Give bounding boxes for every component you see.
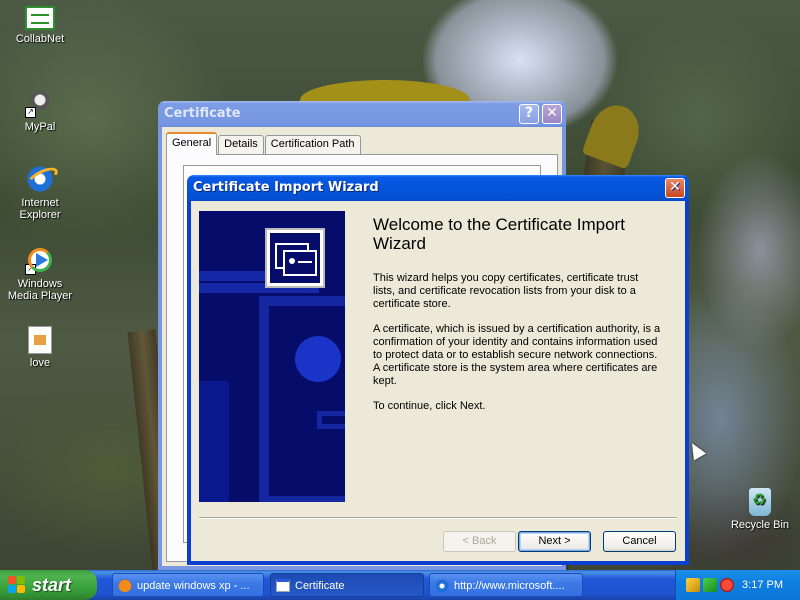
desktop-icon-label: Recycle Bin <box>730 519 790 531</box>
certificate-icon <box>265 228 325 288</box>
windows-media-player-icon: ↗ <box>25 245 55 275</box>
wizard-body: Welcome to the Certificate Import Wizard… <box>191 201 685 561</box>
wizard-heading: Welcome to the Certificate Import Wizard <box>373 215 625 253</box>
desktop-icon-mypal[interactable]: ↗ MyPal <box>2 88 78 133</box>
close-button[interactable]: ✕ <box>542 104 562 124</box>
security-icon[interactable] <box>703 578 717 592</box>
desktop-icon-label: MyPal <box>24 121 56 133</box>
system-tray: 3:17 PM <box>675 570 800 600</box>
window-title: Certificate <box>164 106 241 121</box>
desktop-icon-collabnet[interactable]: CollabNet <box>2 6 78 45</box>
image-file-icon <box>28 326 52 354</box>
start-label: start <box>32 575 72 595</box>
taskbar-button-label: Certificate <box>295 580 345 592</box>
taskbar-button-internet-explorer[interactable]: http://www.microsoft.... <box>429 573 583 597</box>
desktop-icon-label: love <box>29 357 51 369</box>
clock[interactable]: 3:17 PM <box>742 570 783 600</box>
wizard-intro-paragraph: This wizard helps you copy certificates,… <box>373 272 639 310</box>
shortcut-arrow-icon: ↗ <box>25 264 36 275</box>
desktop-icon-internet-explorer[interactable]: Internet Explorer <box>2 164 78 221</box>
next-button[interactable]: Next > <box>518 531 591 552</box>
taskbar-button-firefox[interactable]: update windows xp - ... <box>112 573 264 597</box>
network-icon[interactable] <box>686 578 700 592</box>
collabnet-icon <box>25 6 55 30</box>
start-button[interactable]: start <box>0 570 97 600</box>
wizard-description-paragraph: A certificate, which is issued by a cert… <box>373 323 661 387</box>
firefox-icon <box>118 579 132 592</box>
wizard-continue-text: To continue, click Next. <box>373 400 486 412</box>
desktop-icon-label: Internet Explorer <box>19 197 61 221</box>
shortcut-arrow-icon: ↗ <box>25 107 36 118</box>
desktop-icon-recycle-bin[interactable]: Recycle Bin <box>722 488 798 531</box>
windows-flag-icon <box>8 576 26 594</box>
certificate-title-bar[interactable]: Certificate ? ✕ <box>158 101 566 127</box>
cancel-button[interactable]: Cancel <box>603 531 676 552</box>
desktop-icon-label: CollabNet <box>15 33 65 45</box>
help-button[interactable]: ? <box>519 104 539 124</box>
tab-general[interactable]: General <box>166 132 218 155</box>
desktop-icon-windows-media-player[interactable]: ↗ Windows Media Player <box>2 245 78 302</box>
mypal-icon: ↗ <box>25 88 55 118</box>
internet-explorer-icon <box>25 164 55 194</box>
recycle-bin-icon <box>749 488 771 516</box>
tab-certification-path[interactable]: Certification Path <box>264 135 361 155</box>
shield-alert-icon[interactable] <box>720 578 734 592</box>
internet-explorer-icon <box>435 579 449 592</box>
separator <box>199 517 677 519</box>
taskbar-button-label: http://www.microsoft.... <box>454 580 565 592</box>
wizard-banner-image <box>199 211 345 502</box>
wizard-title-bar[interactable]: Certificate Import Wizard ✕ <box>187 175 689 201</box>
close-button[interactable]: ✕ <box>665 178 685 198</box>
tab-details[interactable]: Details <box>218 135 264 155</box>
taskbar-button-label: update windows xp - ... <box>137 580 250 592</box>
back-button[interactable]: < Back <box>443 531 516 552</box>
desktop-icon-label: Windows Media Player <box>7 278 73 302</box>
tab-strip: General Details Certification Path <box>166 132 362 155</box>
window-icon <box>276 579 290 592</box>
desktop-icon-love[interactable]: love <box>2 326 78 369</box>
window-title: Certificate Import Wizard <box>193 180 379 195</box>
taskbar-button-certificate[interactable]: Certificate <box>270 573 424 597</box>
taskbar: start update windows xp - ... Certificat… <box>0 570 800 600</box>
certificate-import-wizard: Certificate Import Wizard ✕ Welcome to t… <box>187 175 689 565</box>
